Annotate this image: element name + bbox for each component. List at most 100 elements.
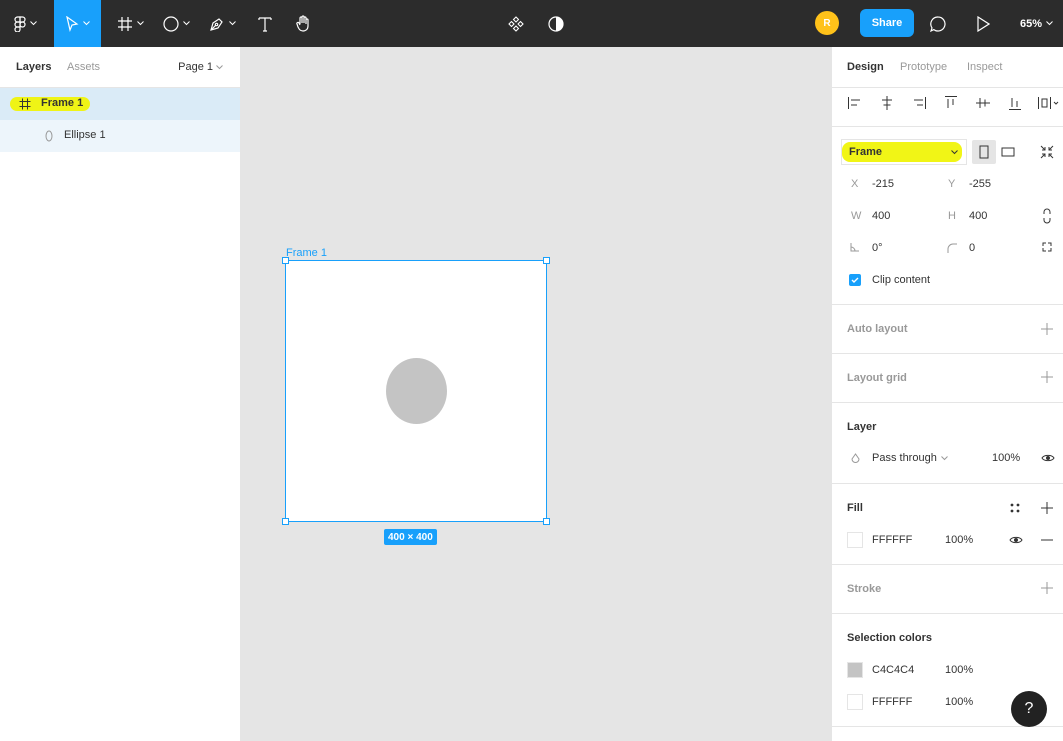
add-layout-grid-icon[interactable] xyxy=(1041,371,1053,383)
chevron-down-icon xyxy=(951,150,958,155)
move-tool-button[interactable] xyxy=(54,0,101,47)
blend-mode-label: Pass through xyxy=(872,452,937,464)
design-panel: Design Prototype Inspect Frame X -215 Y … xyxy=(831,47,1063,741)
fill-opacity-input[interactable]: 100% xyxy=(945,534,973,546)
text-tool-icon xyxy=(258,16,272,32)
hand-tool-button[interactable] xyxy=(290,0,318,47)
divider xyxy=(832,304,1063,305)
chevron-down-icon xyxy=(228,21,236,26)
add-auto-layout-icon[interactable] xyxy=(1041,323,1053,335)
layer-title: Layer xyxy=(847,421,877,433)
left-panel-tabs: Layers Assets Page 1 xyxy=(0,47,240,88)
chevron-down-icon xyxy=(1046,21,1053,26)
canvas[interactable]: Frame 1 400 × 400 xyxy=(241,47,831,741)
layer-name: Ellipse 1 xyxy=(64,129,106,141)
chevron-down-icon xyxy=(182,21,190,26)
divider xyxy=(832,402,1063,403)
zoom-menu[interactable]: 65% xyxy=(1020,0,1053,47)
selection-color-swatch[interactable] xyxy=(847,662,863,678)
comments-button[interactable] xyxy=(926,0,950,47)
frame-tool-button[interactable] xyxy=(110,0,150,47)
x-input[interactable]: -215 xyxy=(872,178,894,190)
add-fill-icon[interactable] xyxy=(1041,502,1053,514)
layout-grid-title: Layout grid xyxy=(847,372,907,384)
portrait-button[interactable] xyxy=(972,140,996,164)
tab-prototype[interactable]: Prototype xyxy=(900,61,947,73)
align-left-icon[interactable] xyxy=(847,95,863,111)
align-horizontal-center-icon[interactable] xyxy=(879,95,895,111)
help-button[interactable]: ? xyxy=(1011,691,1047,727)
distribute-icon[interactable] xyxy=(1037,95,1059,111)
share-button[interactable]: Share xyxy=(860,9,914,37)
present-button[interactable] xyxy=(972,0,994,47)
remove-fill-icon[interactable] xyxy=(1041,534,1053,546)
divider xyxy=(832,613,1063,614)
selection-color-opacity[interactable]: 100% xyxy=(945,664,973,676)
eye-icon[interactable] xyxy=(1009,535,1023,545)
divider xyxy=(832,483,1063,484)
selection-color-swatch[interactable] xyxy=(847,694,863,710)
align-vertical-center-icon[interactable] xyxy=(975,95,991,111)
corner-radius-input[interactable]: 0 xyxy=(969,242,975,254)
tab-assets[interactable]: Assets xyxy=(67,61,100,73)
portrait-icon xyxy=(979,145,989,159)
h-input[interactable]: 400 xyxy=(969,210,987,222)
frame-1[interactable] xyxy=(282,257,550,525)
fill-swatch[interactable] xyxy=(847,532,863,548)
styles-grid-icon[interactable] xyxy=(1009,502,1021,514)
landscape-button[interactable] xyxy=(996,140,1020,164)
rotation-input[interactable]: 0° xyxy=(872,242,883,254)
components-icon xyxy=(508,15,524,32)
w-input[interactable]: 400 xyxy=(872,210,890,222)
tab-layers[interactable]: Layers xyxy=(16,61,51,73)
align-bottom-icon[interactable] xyxy=(1007,95,1023,111)
frame-label[interactable]: Frame 1 xyxy=(286,247,327,259)
resize-to-fit-button[interactable] xyxy=(1035,140,1059,164)
pen-tool-button[interactable] xyxy=(202,0,242,47)
tab-inspect[interactable]: Inspect xyxy=(967,61,1002,73)
w-label: W xyxy=(851,210,862,222)
resize-handle-top-left[interactable] xyxy=(282,257,289,264)
page-select[interactable]: Page 1 xyxy=(178,61,223,73)
tab-design[interactable]: Design xyxy=(847,61,884,73)
constrain-proportions-icon[interactable] xyxy=(1042,208,1052,224)
shape-tool-button[interactable] xyxy=(156,0,196,47)
selection-color-hex[interactable]: C4C4C4 xyxy=(872,664,914,676)
play-icon xyxy=(977,15,990,32)
clip-content-checkbox[interactable] xyxy=(849,274,861,286)
fill-hex-input[interactable]: FFFFFF xyxy=(872,534,912,546)
selection-color-opacity[interactable]: 100% xyxy=(945,696,973,708)
align-top-icon[interactable] xyxy=(943,95,959,111)
size-badge: 400 × 400 xyxy=(384,529,437,545)
ellipse-1[interactable] xyxy=(386,358,447,424)
text-tool-button[interactable] xyxy=(252,0,278,47)
selection-color-hex[interactable]: FFFFFF xyxy=(872,696,912,708)
page-select-label: Page 1 xyxy=(178,61,213,73)
frame-preset-dropdown[interactable]: Frame xyxy=(841,139,967,165)
main-menu-button[interactable] xyxy=(6,0,44,47)
layer-row-frame-1[interactable]: Frame 1 xyxy=(0,88,240,120)
y-input[interactable]: -255 xyxy=(969,178,991,190)
user-avatar[interactable]: R xyxy=(815,11,839,35)
mask-button[interactable] xyxy=(544,0,568,47)
chevron-down-icon xyxy=(83,21,90,26)
frame-hash-icon xyxy=(117,16,132,31)
h-label: H xyxy=(948,210,956,222)
resize-handle-bottom-left[interactable] xyxy=(282,518,289,525)
add-stroke-icon[interactable] xyxy=(1041,582,1053,594)
align-right-icon[interactable] xyxy=(911,95,927,111)
layer-opacity-input[interactable]: 100% xyxy=(992,452,1020,464)
hand-icon xyxy=(296,14,309,32)
resize-handle-bottom-right[interactable] xyxy=(543,518,550,525)
independent-corners-icon[interactable] xyxy=(1042,242,1052,252)
resize-handle-top-right[interactable] xyxy=(543,257,550,264)
eye-icon[interactable] xyxy=(1041,453,1055,463)
cursor-arrow-icon xyxy=(66,15,79,32)
y-label: Y xyxy=(948,178,956,190)
blend-mode-dropdown[interactable]: Pass through xyxy=(872,452,948,464)
chevron-down-icon xyxy=(29,21,37,26)
fill-title: Fill xyxy=(847,502,863,514)
layer-name: Frame 1 xyxy=(41,97,84,109)
layer-row-ellipse-1[interactable]: Ellipse 1 xyxy=(0,120,240,152)
components-button[interactable] xyxy=(504,0,528,47)
